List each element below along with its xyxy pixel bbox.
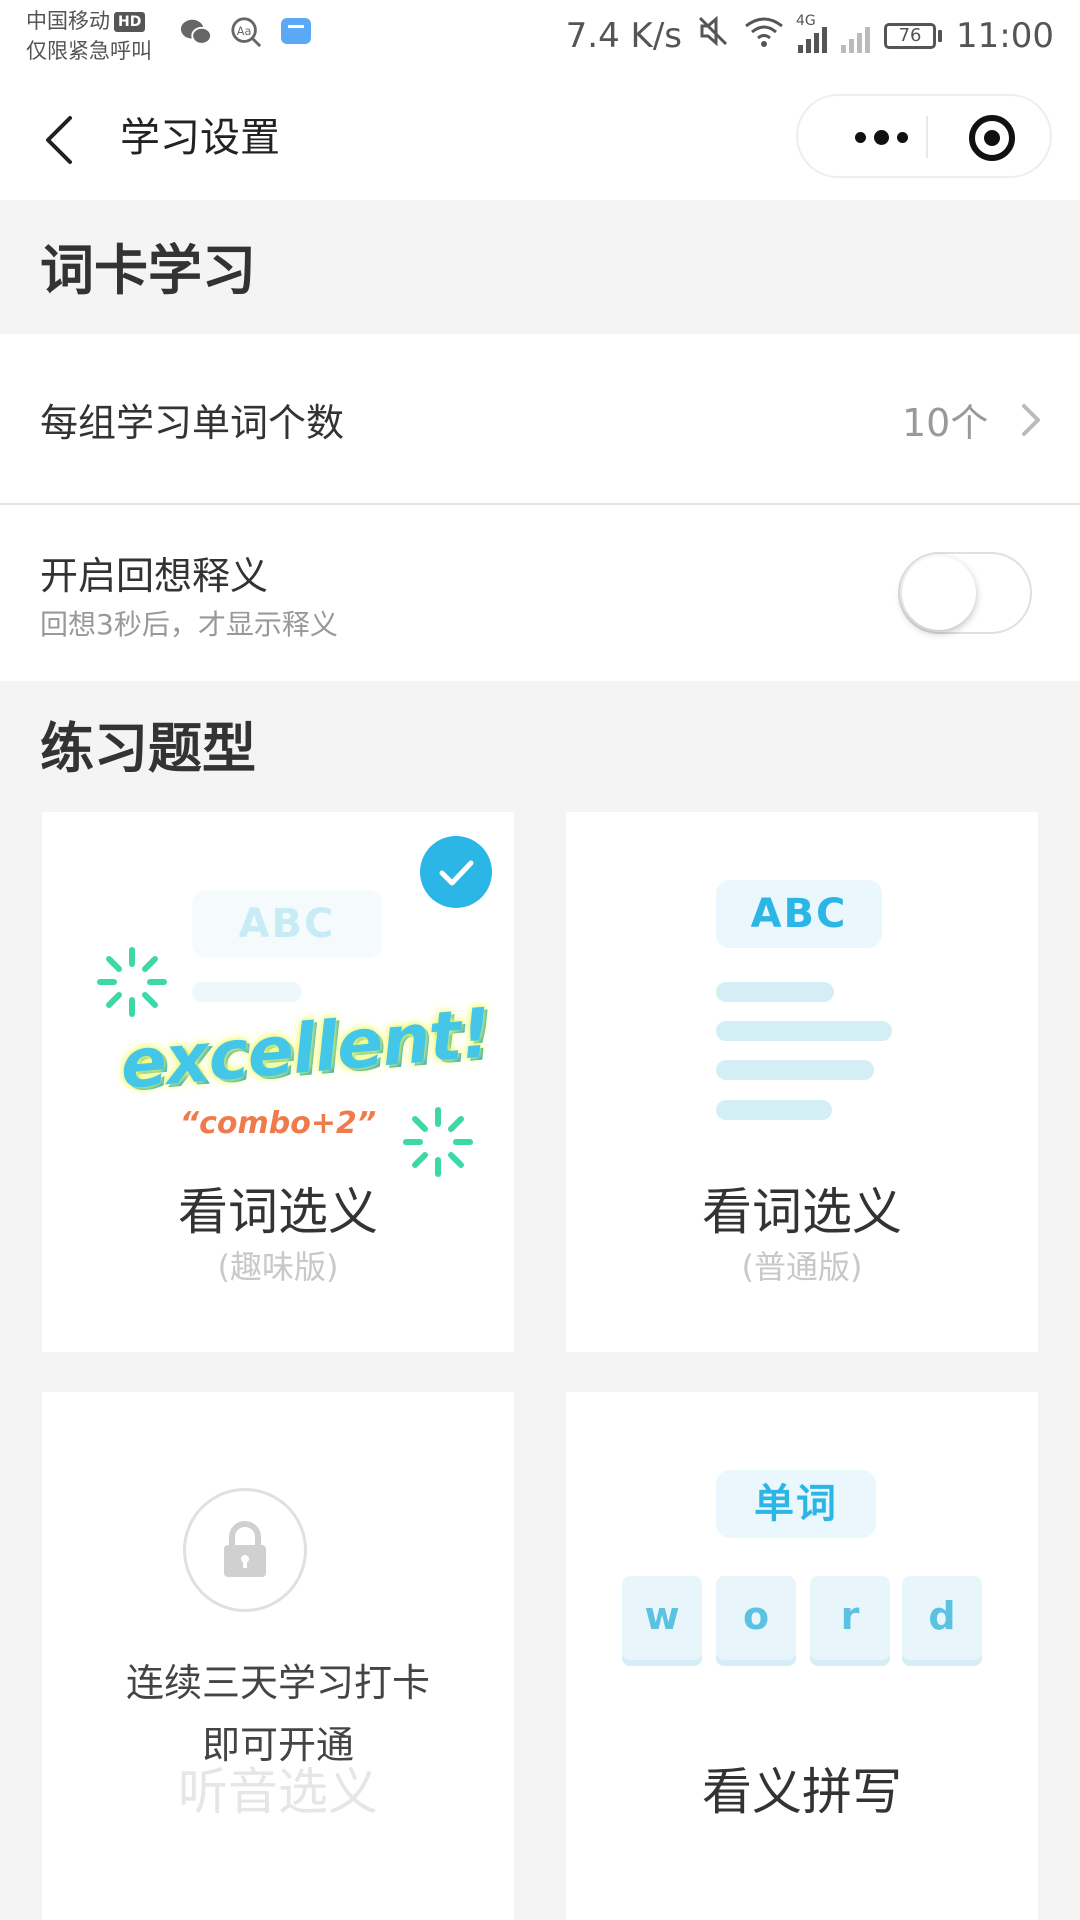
hd-badge: HD <box>114 12 146 32</box>
card-tag: 单词 <box>716 1470 876 1538</box>
target-icon <box>969 115 1015 161</box>
card-bar <box>716 1100 832 1120</box>
section-title-word-card: 词卡学习 <box>40 239 256 302</box>
signal-none-icon <box>841 19 871 53</box>
card-tag: ABC <box>192 890 382 958</box>
wechat-icon <box>180 16 212 48</box>
letter-key: w <box>622 1576 702 1660</box>
status-right: 7.4 K/s 4G 76 11:00 <box>565 13 1054 57</box>
carrier-name: 中国移动 <box>26 9 110 33</box>
locked-hint-line2: 即可开通 <box>201 1723 354 1767</box>
more-menu-button[interactable] <box>836 122 926 152</box>
page-title: 学习设置 <box>120 115 280 161</box>
group-count-row[interactable]: 每组学习单词个数 10个 <box>0 334 1080 504</box>
practice-card-spelling[interactable]: 单词 w o r d 看义拼写 <box>566 1392 1038 1920</box>
signal-4g-icon: 4G <box>796 13 828 53</box>
card-bar <box>716 1060 874 1080</box>
dictionary-search-icon: Aa <box>230 16 262 48</box>
selected-check-badge <box>420 836 492 908</box>
letter-key: o <box>716 1576 796 1660</box>
toggle-knob <box>902 556 976 630</box>
battery-level: 76 <box>884 22 937 49</box>
card-bar <box>192 982 302 1002</box>
mute-icon <box>696 14 730 57</box>
card-title: 看词选义 <box>178 1183 378 1241</box>
mini-program-capsule <box>796 94 1052 178</box>
emergency-text: 仅限紧急呼叫 <box>26 39 152 63</box>
battery-icon: 76 <box>884 22 943 49</box>
card-tag: ABC <box>716 880 882 948</box>
network-speed: 7.4 K/s <box>565 15 683 56</box>
card-bar <box>716 982 834 1002</box>
locked-hint: 连续三天学习打卡 即可开通 <box>42 1652 514 1776</box>
carrier-info: 中国移动 HD 仅限紧急呼叫 <box>26 6 152 66</box>
recall-toggle[interactable] <box>898 552 1032 634</box>
close-program-button[interactable] <box>968 114 1016 162</box>
card-subtitle: (趣味版) <box>217 1248 339 1286</box>
chevron-left-icon <box>46 116 72 164</box>
svg-text:Aa: Aa <box>237 25 252 38</box>
recall-label: 开启回想释义 <box>40 554 269 598</box>
status-notification-icons: Aa <box>180 16 312 48</box>
card-subtitle: (普通版) <box>741 1248 863 1286</box>
letter-key: r <box>810 1576 890 1660</box>
chevron-right-icon <box>1022 404 1040 436</box>
capsule-divider <box>926 116 928 158</box>
back-button[interactable] <box>40 112 80 168</box>
app-notification-icon <box>280 16 312 48</box>
network-type: 4G <box>796 12 816 29</box>
recall-sublabel: 回想3秒后，才显示释义 <box>40 608 338 641</box>
group-count-value: 10个 <box>902 401 989 445</box>
group-count-label: 每组学习单词个数 <box>40 401 345 445</box>
sparkle-icon <box>97 947 167 1017</box>
lock-icon <box>224 1521 266 1577</box>
check-icon <box>439 860 474 886</box>
locked-hint-line1: 连续三天学习打卡 <box>125 1661 430 1705</box>
wifi-icon <box>744 14 784 57</box>
excellent-badge: excellent! <box>117 993 494 1106</box>
card-title: 看义拼写 <box>702 1763 902 1821</box>
clock: 11:00 <box>956 15 1054 56</box>
combo-text: “combo+2” <box>179 1106 377 1141</box>
practice-card-normal[interactable]: ABC 看词选义 (普通版) <box>566 812 1038 1352</box>
lock-badge <box>183 1488 307 1612</box>
letter-key: d <box>902 1576 982 1660</box>
card-bar <box>716 1021 892 1041</box>
card-title: 看词选义 <box>702 1183 902 1241</box>
section-title-practice: 练习题型 <box>40 717 256 780</box>
